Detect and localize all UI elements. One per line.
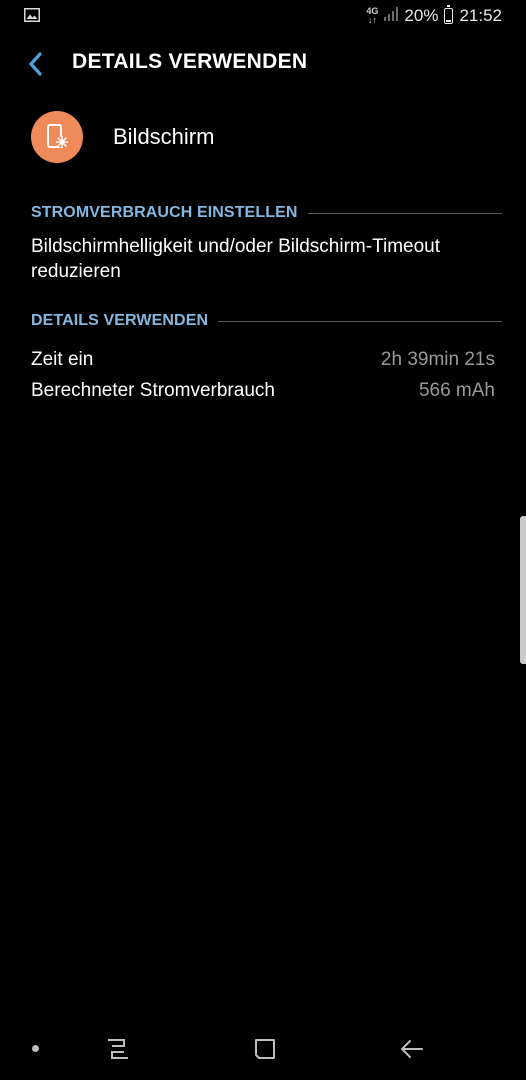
detail-value: 566 mAh (418, 380, 495, 401)
section-title-usage-details: DETAILS VERWENDEN (31, 312, 209, 329)
battery-percent: 20% (404, 6, 439, 25)
detail-row-time-on: Zeit ein 2h 39min 21s (31, 347, 495, 373)
network-type-indicator: 4G ↓↑ (366, 7, 378, 25)
status-indicators: 4G ↓↑ 20% 21:52 (366, 0, 502, 32)
nav-dot-icon[interactable] (32, 1045, 39, 1052)
page-title: DETAILS VERWENDEN (72, 50, 308, 73)
app-row: Bildschirm (0, 106, 526, 166)
home-icon (255, 1039, 275, 1059)
app-name: Bildschirm (113, 124, 215, 149)
screen-settings-icon (31, 111, 83, 163)
gallery-notification-icon (24, 8, 40, 22)
detail-label: Zeit ein (31, 349, 94, 370)
battery-fill (446, 20, 452, 22)
data-activity-arrows: ↓↑ (367, 15, 377, 25)
back-nav-button[interactable] (396, 1033, 428, 1065)
section-title-power-settings: STROMVERBRAUCH EINSTELLEN (31, 204, 298, 221)
back-arrow-icon (401, 1040, 423, 1058)
scrollbar-handle[interactable] (520, 516, 526, 664)
battery-icon (444, 5, 454, 24)
section-divider (307, 212, 502, 214)
status-bar: 4G ↓↑ 20% 21:52 (0, 0, 526, 32)
detail-row-power-usage: Berechneter Stromverbrauch 566 mAh (31, 378, 495, 404)
recents-button[interactable] (102, 1033, 134, 1065)
signal-icon (384, 6, 399, 26)
power-saving-suggestion[interactable]: Bildschirmhelligkeit und/oder Bildschirm… (31, 234, 506, 284)
detail-label: Berechneter Stromverbrauch (31, 380, 275, 401)
back-chevron-icon (29, 52, 42, 76)
back-button[interactable] (20, 48, 52, 80)
detail-value: 2h 39min 21s (380, 349, 495, 370)
section-header-power-settings: STROMVERBRAUCH EINSTELLEN (31, 202, 502, 224)
section-divider (218, 320, 502, 322)
clock: 21:52 (459, 6, 502, 25)
home-button[interactable] (249, 1033, 281, 1065)
section-header-usage-details: DETAILS VERWENDEN (31, 310, 502, 332)
navigation-bar (0, 1018, 526, 1080)
app-bar: DETAILS VERWENDEN (0, 36, 526, 92)
recents-icon (108, 1039, 128, 1059)
